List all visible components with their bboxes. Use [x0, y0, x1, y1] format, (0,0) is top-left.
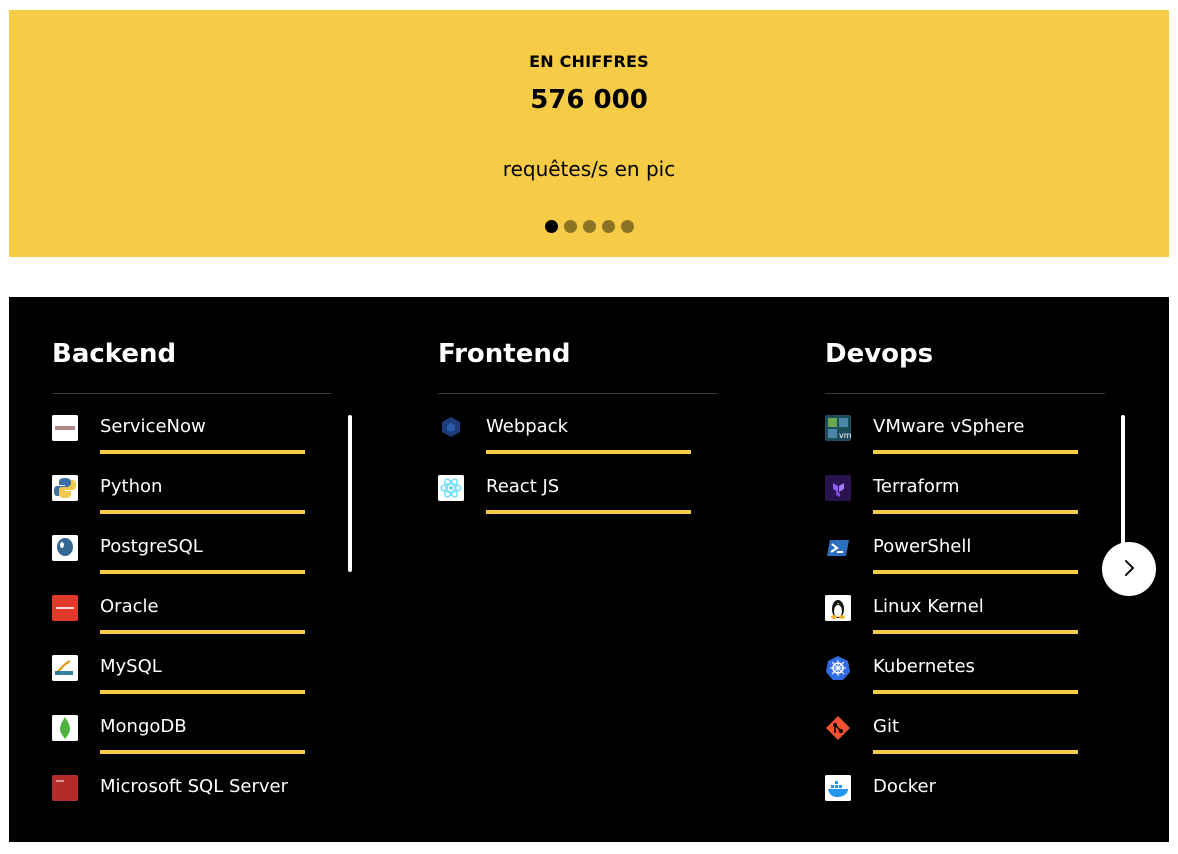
list-item[interactable]: Webpack — [438, 415, 738, 475]
list-item-underline — [486, 510, 691, 514]
backend-scrollbar[interactable] — [348, 415, 352, 572]
devops-title: Devops — [825, 339, 934, 369]
frontend-divider — [438, 393, 718, 394]
list-item-label: Webpack — [486, 416, 569, 437]
list-item-underline — [100, 450, 305, 454]
list-item-label: Kubernetes — [873, 656, 975, 677]
list-item-label: Python — [100, 476, 163, 497]
postgresql-icon — [52, 535, 78, 561]
linux-icon — [825, 595, 851, 621]
carousel-dot-4[interactable] — [601, 220, 615, 233]
carousel-dot-2[interactable] — [563, 220, 577, 233]
list-item-underline — [873, 690, 1078, 694]
list-item[interactable]: Python — [52, 475, 352, 535]
list-item-label: React JS — [486, 476, 560, 497]
list-item-label: Linux Kernel — [873, 596, 984, 617]
list-item-underline — [873, 450, 1078, 454]
list-item[interactable]: MongoDB — [52, 715, 352, 775]
list-item-label: PowerShell — [873, 536, 972, 557]
mongodb-icon — [52, 715, 78, 741]
list-item-label: VMware vSphere — [873, 416, 1025, 437]
list-item[interactable]: Docker — [825, 775, 1125, 835]
list-item[interactable]: React JS — [438, 475, 738, 535]
stats-banner: EN CHIFFRES 576 000 requêtes/s en pic — [9, 10, 1169, 257]
stats-caption: requêtes/s en pic — [502, 157, 676, 181]
list-item-underline — [100, 630, 305, 634]
list-item[interactable]: Microsoft SQL Server — [52, 775, 352, 835]
git-icon — [825, 715, 851, 741]
list-item-underline — [873, 570, 1078, 574]
frontend-list: Webpack React JS — [438, 415, 738, 535]
next-button[interactable] — [1102, 542, 1156, 596]
react-icon — [438, 475, 464, 501]
mysql-icon — [52, 655, 78, 681]
list-item-underline — [486, 450, 691, 454]
backend-list: ServiceNow Python PostgreSQL Oracle MySQ… — [52, 415, 352, 835]
list-item-label: MongoDB — [100, 716, 187, 737]
servicenow-icon — [52, 415, 78, 441]
tech-stack-section: Backend ServiceNow Python PostgreSQL Ora… — [9, 297, 1169, 842]
list-item[interactable]: Oracle — [52, 595, 352, 655]
list-item-underline — [100, 690, 305, 694]
stats-value: 576 000 — [530, 85, 648, 115]
webpack-icon — [438, 415, 464, 441]
list-item-label: Oracle — [100, 596, 159, 617]
list-item[interactable]: Terraform — [825, 475, 1125, 535]
terraform-icon — [825, 475, 851, 501]
list-item[interactable]: ServiceNow — [52, 415, 352, 475]
svg-text:vm: vm — [839, 431, 851, 440]
list-item[interactable]: Git — [825, 715, 1125, 775]
powershell-icon — [825, 535, 851, 561]
carousel-dot-1[interactable] — [544, 220, 558, 233]
list-item[interactable]: Kubernetes — [825, 655, 1125, 715]
docker-icon — [825, 775, 851, 801]
chevron-right-icon — [1119, 558, 1139, 581]
list-item-underline — [100, 750, 305, 754]
frontend-title: Frontend — [438, 339, 571, 369]
list-item-underline — [873, 630, 1078, 634]
list-item-underline — [100, 570, 305, 574]
carousel-dot-5[interactable] — [620, 220, 634, 233]
backend-divider — [52, 393, 332, 394]
list-item-label: Git — [873, 716, 900, 737]
backend-title: Backend — [52, 339, 177, 369]
list-item[interactable]: Linux Kernel — [825, 595, 1125, 655]
list-item-label: Terraform — [873, 476, 960, 497]
kubernetes-icon — [825, 655, 851, 681]
devops-divider — [825, 393, 1105, 394]
list-item[interactable]: vm VMware vSphere — [825, 415, 1125, 475]
list-item-underline — [100, 510, 305, 514]
carousel-dot-3[interactable] — [582, 220, 596, 233]
stats-kicker: EN CHIFFRES — [529, 52, 649, 71]
devops-list: vm VMware vSphere Terraform PowerShell L… — [825, 415, 1125, 835]
list-item-label: Microsoft SQL Server — [100, 776, 289, 797]
list-item[interactable]: MySQL — [52, 655, 352, 715]
list-item-label: ServiceNow — [100, 416, 206, 437]
python-icon — [52, 475, 78, 501]
sqlserver-icon — [52, 775, 78, 801]
list-item-label: MySQL — [100, 656, 162, 677]
vmware-icon: vm — [825, 415, 851, 441]
list-item[interactable]: PowerShell — [825, 535, 1125, 595]
carousel-dots — [9, 220, 1169, 233]
devops-scrollbar[interactable] — [1121, 415, 1125, 545]
oracle-icon — [52, 595, 78, 621]
list-item-label: Docker — [873, 776, 937, 797]
list-item[interactable]: PostgreSQL — [52, 535, 352, 595]
list-item-underline — [873, 750, 1078, 754]
list-item-label: PostgreSQL — [100, 536, 203, 557]
list-item-underline — [873, 510, 1078, 514]
